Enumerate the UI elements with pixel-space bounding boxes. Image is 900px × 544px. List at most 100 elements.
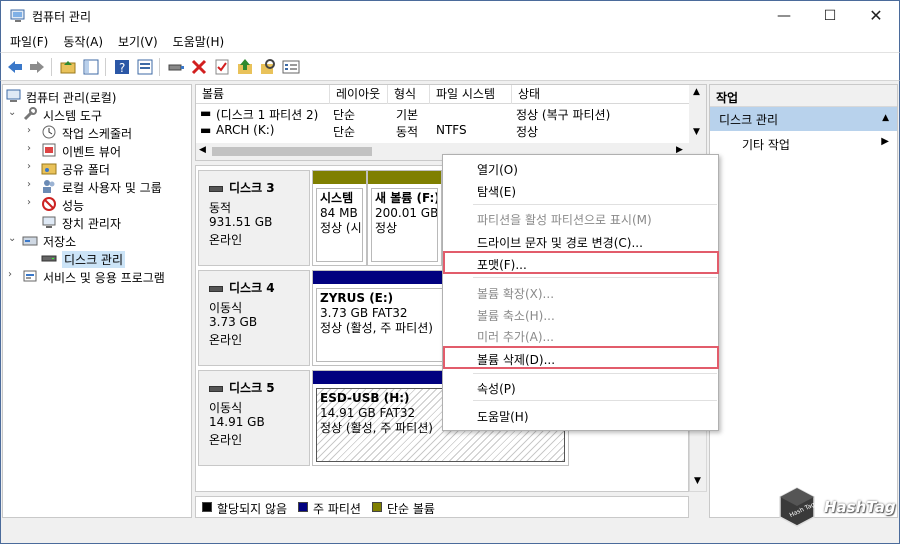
actions-pane: 작업 디스크 관리 ▲ 기타 작업 ▶	[709, 84, 898, 518]
up-arrow-icon[interactable]	[236, 58, 254, 76]
menu-item-delete-volume[interactable]: 볼륨 삭제(D)...	[477, 351, 555, 371]
collapse-up-icon[interactable]: ▲	[882, 113, 889, 123]
menu-item-extend-volume[interactable]: 볼륨 확장(X)...	[477, 285, 554, 305]
computer-management-icon	[10, 9, 25, 22]
table-row[interactable]: ▬ (디스크 1 파티션 2) 단순 기본 정상 (복구 파티션)	[196, 105, 690, 122]
tree-item-shared-folders[interactable]: › 공유 폴더	[27, 159, 187, 177]
menu-action[interactable]: 동작(A)	[54, 30, 109, 50]
disk-3-info[interactable]: 디스크 3 동적 931.51 GB 온라인	[198, 170, 310, 266]
computer-management-icon	[6, 89, 21, 102]
column-header-layout[interactable]: 레이아웃	[330, 85, 388, 104]
volume-list: 볼륨 레이아웃 형식 파일 시스템 상태 ▬ (디스크 1 파티션 2) 단순 …	[195, 84, 707, 161]
legend-swatch-simple	[372, 502, 382, 512]
hashtag-watermark: Hash Tag HashTag	[776, 484, 896, 532]
tree-item-task-scheduler[interactable]: › 작업 스케줄러	[27, 123, 187, 141]
tools-icon	[23, 107, 37, 121]
submenu-arrow-icon[interactable]: ▶	[881, 136, 889, 147]
volume-list-vertical-scrollbar[interactable]: ▲ ▼	[689, 85, 706, 160]
toolbar: ?	[0, 52, 900, 81]
menu-help[interactable]: 도움말(H)	[164, 30, 231, 50]
column-header-status[interactable]: 상태	[512, 85, 690, 104]
connect-icon[interactable]	[167, 58, 185, 76]
show-tree-icon[interactable]	[82, 58, 100, 76]
panel-icon[interactable]	[282, 58, 300, 76]
tree-item-performance[interactable]: › 성능	[27, 195, 187, 213]
device-manager-icon	[42, 216, 56, 228]
menu-item-add-mirror[interactable]: 미러 추가(A)...	[477, 328, 554, 348]
volume-list-header: 볼륨 레이아웃 형식 파일 시스템 상태	[196, 85, 690, 104]
scroll-down-icon[interactable]: ▼	[694, 476, 701, 486]
expand-icon[interactable]: ›	[8, 269, 18, 280]
navigation-tree: 컴퓨터 관리(로컬) ⌄ 시스템 도구 › 작업 스케줄러 › 이벤트 뷰어 ›…	[2, 84, 192, 518]
partition-system[interactable]: 시스템 84 MB 정상 (시	[312, 170, 367, 266]
menu-item-open[interactable]: 열기(O)	[477, 161, 518, 181]
table-row[interactable]: ▬ ARCH (K:) 단순 동적 NTFS 정상	[196, 122, 690, 139]
tree-item-services[interactable]: › 서비스 및 응용 프로그램	[8, 267, 193, 285]
scroll-thumb[interactable]	[212, 147, 372, 156]
checklist-icon[interactable]	[213, 58, 231, 76]
actions-more[interactable]: 기타 작업	[742, 136, 790, 153]
menu-view[interactable]: 보기(V)	[109, 30, 164, 50]
forward-icon[interactable]	[28, 58, 46, 76]
help-icon[interactable]: ?	[113, 58, 131, 76]
tree-item-disk-management[interactable]: 디스크 관리	[27, 249, 187, 268]
menu-item-help[interactable]: 도움말(H)	[477, 408, 529, 428]
hashtag-brand-text: HashTag	[824, 498, 896, 516]
menu-item-explore[interactable]: 탐색(E)	[477, 183, 516, 203]
disk-icon	[209, 185, 223, 192]
close-button[interactable]: ✕	[853, 1, 899, 31]
collapse-icon[interactable]: ⌄	[8, 107, 18, 118]
scroll-left-icon[interactable]: ◀	[199, 145, 206, 155]
svg-text:?: ?	[119, 61, 125, 75]
disk-icon	[209, 385, 223, 392]
menu-bar: 파일(F) 동작(A) 보기(V) 도움말(H)	[0, 30, 900, 52]
properties-icon[interactable]	[136, 58, 154, 76]
clock-icon	[42, 125, 56, 139]
tree-item-device-manager[interactable]: 장치 관리자	[27, 213, 187, 231]
minimize-button[interactable]: —	[761, 1, 807, 31]
disk-drive-icon	[41, 255, 57, 262]
column-header-filesystem[interactable]: 파일 시스템	[430, 85, 512, 104]
disk-4-info[interactable]: 디스크 4 이동식 3.73 GB 온라인	[198, 270, 310, 366]
up-folder-icon[interactable]	[59, 58, 77, 76]
scroll-down-icon[interactable]: ▼	[693, 127, 700, 137]
expand-icon[interactable]: ›	[27, 143, 37, 154]
maximize-button[interactable]: ☐	[807, 1, 853, 31]
search-icon[interactable]	[259, 58, 277, 76]
title-bar: 컴퓨터 관리 — ☐ ✕	[0, 0, 900, 30]
menu-file[interactable]: 파일(F)	[1, 30, 54, 50]
column-header-volume[interactable]: 볼륨	[196, 85, 330, 104]
legend: 할당되지 않음 주 파티션 단순 볼륨	[195, 496, 689, 518]
context-menu: 열기(O) 탐색(E) 파티션을 활성 파티션으로 표시(M) 드라이브 문자 …	[442, 154, 719, 431]
hashtag-logo-icon: Hash Tag	[779, 487, 816, 527]
expand-icon[interactable]: ›	[27, 179, 37, 190]
disk-icon	[209, 285, 223, 292]
expand-icon[interactable]: ›	[27, 197, 37, 208]
tree-item-storage[interactable]: ⌄ 저장소	[8, 231, 188, 249]
storage-icon	[22, 236, 38, 246]
menu-item-format[interactable]: 포맷(F)...	[477, 256, 527, 276]
delete-icon[interactable]	[190, 58, 208, 76]
legend-swatch-unallocated	[202, 502, 212, 512]
tree-item-local-users[interactable]: › 로컬 사용자 및 그룹	[27, 177, 187, 195]
partition-new-volume-f[interactable]: 새 볼륨 (F:) 200.01 GB N 정상	[367, 170, 442, 266]
disk-5-info[interactable]: 디스크 5 이동식 14.91 GB 온라인	[198, 370, 310, 466]
tree-item-system-tools[interactable]: ⌄ 시스템 도구	[8, 105, 188, 123]
column-header-type[interactable]: 형식	[388, 85, 430, 104]
collapse-icon[interactable]: ⌄	[8, 233, 18, 244]
expand-icon[interactable]: ›	[27, 161, 37, 172]
menu-item-properties[interactable]: 속성(P)	[477, 380, 516, 400]
back-icon[interactable]	[6, 58, 24, 76]
volume-icon: ▬	[200, 106, 212, 120]
expand-icon[interactable]: ›	[27, 125, 37, 136]
legend-swatch-primary	[298, 502, 308, 512]
tree-item-event-viewer[interactable]: › 이벤트 뷰어	[27, 141, 187, 159]
menu-item-shrink-volume[interactable]: 볼륨 축소(H)...	[477, 307, 555, 327]
users-icon	[43, 180, 55, 193]
tree-item-root[interactable]: 컴퓨터 관리(로컬)	[6, 87, 186, 105]
scroll-up-icon[interactable]: ▲	[693, 87, 700, 97]
shared-folder-icon	[41, 163, 57, 175]
actions-section-disk-management[interactable]: 디스크 관리 ▲	[710, 107, 897, 131]
volume-icon: ▬	[200, 123, 212, 137]
menu-item-mark-active[interactable]: 파티션을 활성 파티션으로 표시(M)	[477, 211, 652, 231]
